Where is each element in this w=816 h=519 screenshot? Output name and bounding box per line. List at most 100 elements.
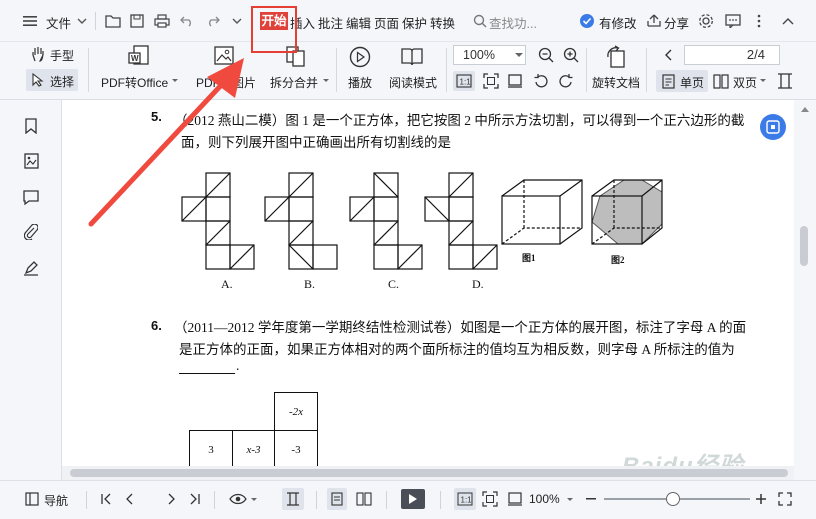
select-tool-label[interactable]: 选择	[50, 73, 74, 90]
first-page-icon[interactable]	[99, 491, 113, 507]
scroll-up-icon[interactable]	[799, 104, 811, 114]
floating-tool-badge[interactable]	[760, 114, 786, 140]
previous-page-icon[interactable]	[660, 46, 676, 64]
status-actual-size-button[interactable]: 1:1	[454, 488, 476, 510]
reading-mode-label[interactable]: 阅读模式	[389, 74, 437, 91]
figure-1-label: 图1	[522, 253, 536, 263]
hand-tool-label[interactable]: 手型	[50, 47, 74, 64]
single-page-label[interactable]: 单页	[680, 74, 704, 91]
fit-page-icon[interactable]	[481, 71, 501, 91]
chevron-down-icon[interactable]	[759, 77, 767, 85]
tab-protect[interactable]: 保护	[402, 13, 427, 32]
pdf-to-office-icon[interactable]: W	[126, 43, 154, 69]
option-c-net	[349, 172, 423, 270]
save-icon[interactable]	[128, 12, 146, 30]
rotate-right-icon[interactable]	[556, 71, 576, 91]
horizontal-scrollbar[interactable]	[62, 466, 794, 480]
continuous-scroll-icon[interactable]	[774, 70, 796, 92]
vertical-scroll-thumb[interactable]	[800, 226, 808, 266]
rotate-document-icon[interactable]	[603, 44, 631, 70]
net-cell-right: -3	[274, 430, 318, 470]
zoom-slider-thumb[interactable]	[666, 492, 680, 506]
split-merge-label[interactable]: 拆分合并	[270, 74, 318, 91]
status-bar: 导航 1:1 100%	[0, 480, 816, 519]
vertical-scrollbar[interactable]	[794, 100, 816, 480]
double-page-label[interactable]: 双页	[733, 74, 757, 91]
question-6-text-line1: （2011—2012 学年度第一学期终结性检测试卷）如图是一个正方体的展开图，标…	[174, 320, 747, 335]
option-b-label: B.	[304, 277, 316, 291]
status-double-page-icon[interactable]	[354, 490, 374, 508]
single-page-icon[interactable]	[660, 72, 676, 90]
hamburger-icon[interactable]	[22, 13, 38, 29]
tab-convert[interactable]: 转换	[430, 13, 455, 32]
gear-icon[interactable]	[697, 12, 715, 30]
book-icon[interactable]	[398, 45, 426, 69]
navigation-panel-icon[interactable]	[24, 491, 40, 507]
feedback-icon[interactable]	[724, 12, 742, 30]
continuous-scroll-button[interactable]	[282, 488, 304, 510]
modified-status-label[interactable]: 有修改	[599, 13, 637, 32]
chevron-down-icon[interactable]	[514, 50, 524, 60]
chevron-down-icon[interactable]	[250, 496, 258, 504]
navigation-label[interactable]: 导航	[44, 492, 68, 509]
cursor-arrow-icon[interactable]	[30, 72, 46, 88]
share-icon[interactable]	[645, 12, 663, 30]
fullscreen-icon[interactable]	[776, 490, 794, 508]
collapse-ribbon-icon[interactable]	[780, 12, 796, 30]
redo-icon[interactable]	[204, 12, 222, 30]
last-page-icon[interactable]	[188, 491, 202, 507]
zoom-out-icon[interactable]	[536, 45, 556, 65]
double-page-icon[interactable]	[712, 72, 730, 90]
option-d-label: D.	[472, 277, 484, 291]
chevron-down-icon[interactable]	[171, 77, 179, 85]
document-view[interactable]: 5. （2012 燕山二模）图 1 是一个正方体，把它按图 2 中所示方法切割，…	[62, 100, 794, 480]
file-menu[interactable]: 文件	[46, 13, 71, 32]
pdf-to-image-icon[interactable]	[211, 43, 237, 69]
status-fit-page-icon[interactable]	[481, 490, 499, 508]
left-sidebar	[0, 100, 62, 480]
attachment-icon[interactable]	[22, 222, 40, 242]
highlight-annotation-box	[251, 6, 297, 53]
share-label[interactable]: 分享	[664, 13, 689, 32]
print-icon[interactable]	[153, 12, 171, 30]
chevron-down-icon[interactable]	[76, 14, 88, 28]
chevron-down-icon[interactable]	[566, 496, 574, 504]
play-label[interactable]: 播放	[348, 74, 372, 91]
zoom-value: 100%	[463, 48, 495, 62]
search-function-input[interactable]: 查找功...	[489, 13, 537, 32]
zoom-in-icon[interactable]	[561, 45, 581, 65]
horizontal-scroll-thumb[interactable]	[70, 469, 788, 477]
next-page-icon[interactable]	[165, 491, 179, 507]
more-options-icon[interactable]	[752, 12, 766, 30]
zoom-out-minus-icon[interactable]	[584, 491, 598, 507]
chevron-down-icon[interactable]	[322, 77, 330, 85]
status-single-page-button[interactable]	[327, 488, 347, 510]
open-folder-icon[interactable]	[104, 12, 122, 30]
quick-access-dropdown-icon[interactable]	[231, 14, 243, 28]
pdf-to-office-label[interactable]: PDF转Office	[101, 74, 168, 91]
zoom-in-plus-icon[interactable]	[754, 491, 768, 507]
eye-view-icon[interactable]	[228, 491, 248, 507]
signature-pen-icon[interactable]	[22, 258, 40, 278]
play-slideshow-button[interactable]	[401, 489, 425, 509]
rotate-left-icon[interactable]	[531, 71, 551, 91]
previous-page-icon[interactable]	[122, 491, 136, 507]
bookmark-icon[interactable]	[22, 116, 40, 136]
actual-size-button[interactable]: 1:1	[453, 71, 475, 91]
undo-icon[interactable]	[178, 12, 196, 30]
answer-blank	[179, 373, 235, 374]
status-fit-width-icon[interactable]	[506, 490, 524, 508]
tab-annotate[interactable]: 批注	[318, 13, 343, 32]
page-number-input[interactable]: 2/4	[684, 45, 780, 65]
comment-icon[interactable]	[22, 187, 40, 207]
top-menu-bar: 文件 开始 插入 批注 编辑 页面 保护 转换 查找功... 有修改 分享	[0, 0, 816, 42]
play-icon[interactable]	[347, 45, 373, 69]
thumbnail-icon[interactable]	[22, 151, 40, 171]
pdf-to-image-label[interactable]: PDF转图片	[196, 74, 256, 91]
tab-edit[interactable]: 编辑	[346, 13, 371, 32]
hand-tool-icon[interactable]	[30, 45, 46, 63]
rotate-document-label[interactable]: 旋转文档	[592, 74, 640, 91]
fit-width-icon[interactable]	[505, 71, 525, 91]
tab-page[interactable]: 页面	[374, 13, 399, 32]
status-zoom-value[interactable]: 100%	[529, 492, 560, 506]
